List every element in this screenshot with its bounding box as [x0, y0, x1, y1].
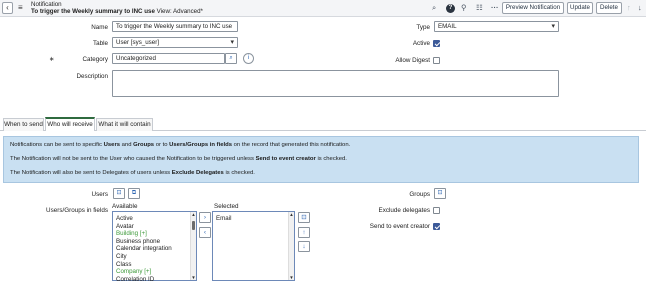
personalize-icon[interactable]: ☷	[476, 3, 483, 12]
name-label: Name	[91, 24, 108, 31]
description-textarea[interactable]	[112, 70, 559, 97]
info-line-3: The Notification will also be sent to De…	[10, 170, 255, 176]
arrow-up-icon[interactable]: ↑	[627, 3, 631, 12]
tab-when-to-send[interactable]: When to send	[3, 118, 44, 131]
required-marker: ∗	[49, 56, 55, 63]
category-label: Category	[82, 56, 108, 63]
selected-lock-icon[interactable]: ⊡	[298, 212, 310, 223]
add-right-button[interactable]: ›	[199, 212, 211, 223]
info-icon[interactable]: i	[243, 53, 254, 64]
form-header: ‹ ≡ Notification To trigger the Weekly s…	[0, 0, 646, 17]
active-checkbox[interactable]	[433, 40, 440, 47]
view-selector[interactable]: View: Advanced*	[157, 8, 203, 15]
list-item[interactable]: Business phone	[116, 238, 160, 245]
list-item[interactable]: Company [+]	[116, 268, 151, 275]
available-label: Available	[112, 203, 138, 210]
move-up-button[interactable]: ↑	[298, 227, 310, 238]
list-item[interactable]: City	[116, 253, 127, 260]
selected-scrollbar[interactable]: ▲ ▼	[288, 212, 294, 280]
list-item[interactable]: Active	[116, 215, 133, 222]
tab-who-will-receive[interactable]: Who will receive	[45, 117, 95, 131]
table-select[interactable]: User [sys_user]	[112, 37, 238, 48]
update-button[interactable]: Update	[567, 2, 593, 14]
category-input[interactable]: Uncategorized	[112, 53, 225, 64]
list-item[interactable]: Building [+]	[116, 230, 147, 237]
exclude-delegates-label: Exclude delegates	[378, 207, 430, 214]
help-icon[interactable]: ?	[446, 4, 455, 13]
move-down-button[interactable]: ↓	[298, 241, 310, 252]
info-message: Notifications can be sent to specific Us…	[3, 136, 639, 183]
delete-button[interactable]: Delete	[596, 2, 622, 14]
list-item[interactable]: Class	[116, 261, 131, 268]
exclude-delegates-checkbox[interactable]	[433, 207, 440, 214]
remove-left-button[interactable]: ‹	[199, 227, 211, 238]
list-item[interactable]: Avatar	[116, 223, 134, 230]
groups-label: Groups	[409, 191, 430, 198]
allow-digest-checkbox[interactable]	[433, 57, 440, 64]
users-groups-in-fields-label: Users/Groups in fields	[46, 207, 108, 214]
table-label: Table	[92, 40, 108, 47]
groups-lock-icon[interactable]: ⊡	[434, 188, 446, 199]
unlock-icon[interactable]: ⧉	[128, 188, 140, 199]
type-label: Type	[416, 24, 430, 31]
record-title: To trigger the Weekly summary to INC use…	[31, 8, 203, 15]
list-item[interactable]: Calendar integration	[116, 245, 172, 252]
record-type-label: Notification	[31, 1, 62, 8]
send-to-event-creator-checkbox[interactable]	[433, 223, 440, 230]
list-item[interactable]: Email	[216, 215, 231, 222]
preview-notification-button[interactable]: Preview Notification	[502, 2, 564, 14]
name-input[interactable]: To trigger the Weekly summary to INC use	[112, 21, 238, 32]
type-select[interactable]: EMAIL	[434, 21, 559, 32]
back-button[interactable]: ‹	[2, 2, 13, 14]
arrow-down-icon[interactable]: ↓	[638, 3, 642, 12]
selected-list[interactable]: ▲ ▼ Email	[212, 211, 295, 281]
selected-label: Selected	[214, 203, 239, 210]
info-line-2: The Notification will not be sent to the…	[10, 156, 347, 162]
info-line-1: Notifications can be sent to specific Us…	[10, 142, 351, 148]
lock-icon[interactable]: ⊡	[113, 188, 125, 199]
users-label: Users	[91, 191, 108, 198]
send-to-event-creator-label: Send to event creator	[369, 223, 430, 230]
tab-what-it-will-contain[interactable]: What it will contain	[96, 118, 153, 131]
available-list[interactable]: ▲ ▼ Active Avatar Building [+] Business phon…	[112, 211, 197, 283]
activity-icon[interactable]: ⚲	[461, 3, 467, 12]
hamburger-menu-icon[interactable]: ≡	[18, 3, 23, 12]
available-scrollbar[interactable]: ▲ ▼	[190, 212, 196, 280]
paperclip-icon[interactable]: ⌕	[432, 3, 436, 13]
search-icon[interactable]: ⌕	[225, 53, 237, 64]
active-label: Active	[412, 40, 430, 47]
list-item[interactable]: Correlation ID	[116, 276, 154, 283]
more-options-icon[interactable]: ···	[491, 3, 499, 12]
description-label: Description	[76, 73, 109, 80]
allow-digest-label: Allow Digest	[395, 57, 430, 64]
